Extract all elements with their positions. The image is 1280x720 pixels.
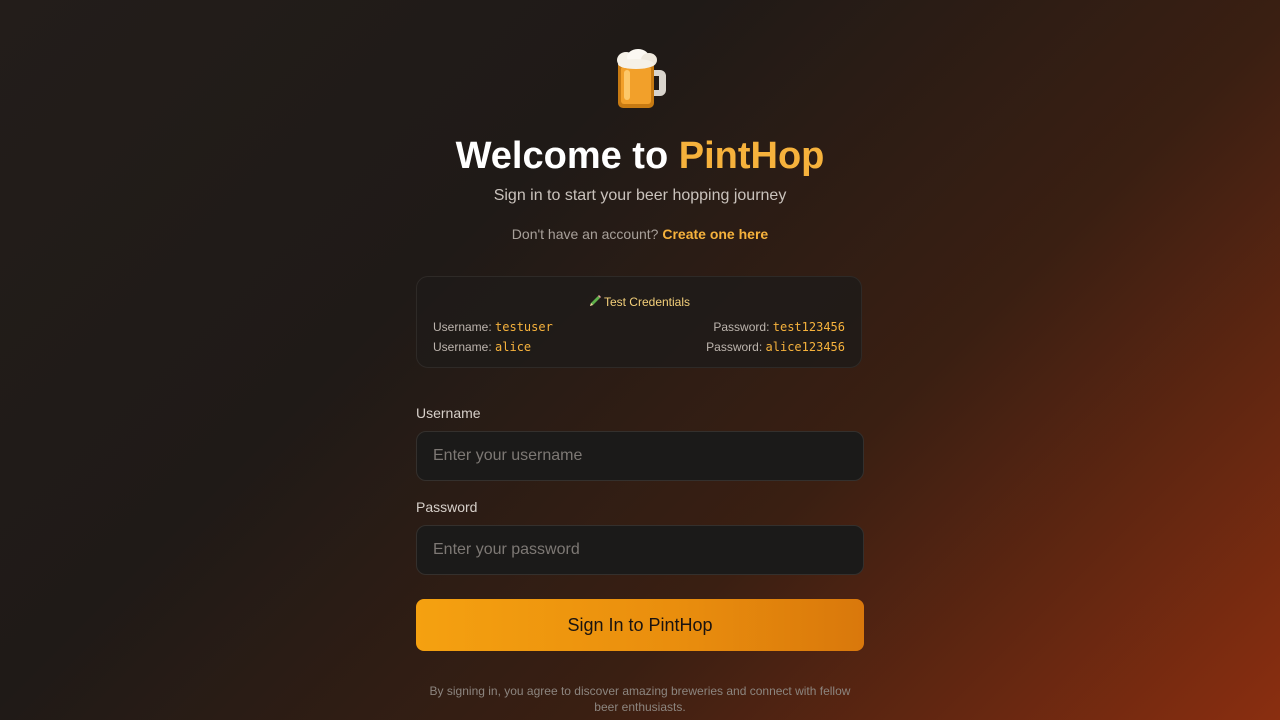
password-label: Password: — [706, 340, 763, 354]
password-input[interactable] — [416, 525, 864, 575]
page-title: Welcome to PintHop — [376, 134, 904, 178]
password-value: alice123456 — [765, 340, 845, 354]
pencil-icon — [589, 295, 601, 306]
create-account-link[interactable]: Create one here — [662, 226, 768, 242]
title-prefix: Welcome to — [455, 135, 679, 177]
test-credentials-box: Test Credentials Username: testuser Pass… — [416, 276, 862, 368]
brand-name: PintHop — [678, 135, 825, 177]
username-value: alice — [495, 340, 532, 354]
password-label: Password: — [713, 320, 770, 334]
page-subtitle: Sign in to start your beer hopping journ… — [493, 187, 787, 204]
username-field-label: Username — [416, 405, 481, 421]
test-credentials-label: Test Credentials — [603, 295, 691, 309]
username-label: Username: — [433, 340, 492, 354]
username-input[interactable] — [416, 431, 864, 481]
username-value: testuser — [495, 320, 553, 334]
beer-mug-icon — [617, 49, 666, 108]
password-value: test123456 — [772, 320, 845, 334]
signup-prompt-text: Don't have an account? — [511, 226, 659, 242]
sign-in-button[interactable]: Sign In to PintHop — [416, 599, 864, 651]
terms-note: By signing in, you agree to discover ama… — [429, 684, 851, 714]
credential-password: Password: alice123456 — [706, 339, 845, 355]
credential-username: Username: testuser — [433, 319, 553, 335]
password-field-label: Password — [416, 499, 478, 515]
credential-username: Username: alice — [433, 339, 531, 355]
signup-prompt: Don't have an account? Create one here — [416, 225, 864, 243]
username-label: Username: — [433, 320, 492, 334]
credential-password: Password: test123456 — [713, 319, 845, 335]
test-credentials-title: Test Credentials — [417, 294, 861, 310]
